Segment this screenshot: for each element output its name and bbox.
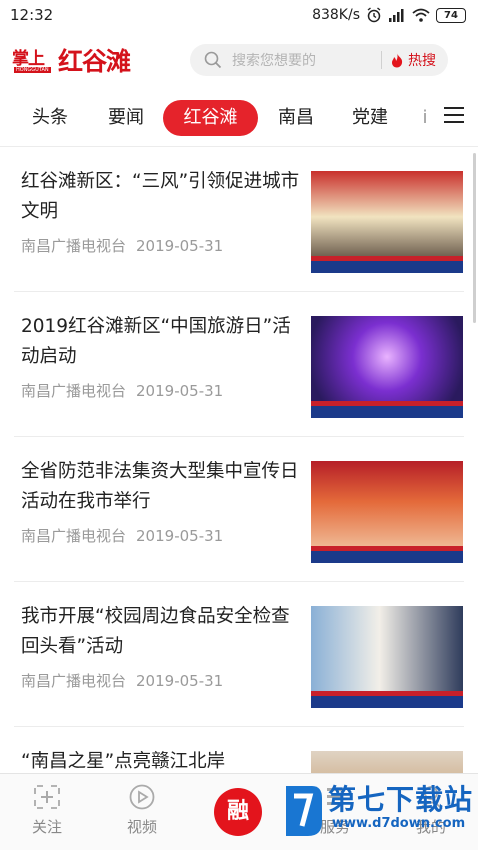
news-date: 2019-05-31 [136,527,224,545]
news-thumbnail[interactable] [311,606,463,708]
status-right: 838K/s 74 [312,7,466,23]
nav-video[interactable]: 视频 [107,784,177,837]
news-source: 南昌广播电视台 [21,672,127,690]
list-item[interactable]: 我市开展“校园周边食品安全检查回头看”活动 南昌广播电视台 2019-05-31 [0,582,478,727]
search-icon [204,51,222,69]
thumb-ticker-band [311,551,463,563]
app-header: 掌上 HONGGUTAN 红谷滩 搜索您想要的 热搜 [0,38,478,84]
app-logo[interactable]: 掌上 HONGGUTAN 红谷滩 [12,40,152,82]
news-title[interactable]: “南昌之星”点亮赣江北岸 [21,747,301,773]
news-date: 2019-05-31 [136,382,224,400]
search-bar[interactable]: 搜索您想要的 热搜 [190,44,448,76]
watermark-text: 第七下载站 [328,783,474,816]
news-title[interactable]: 2019红谷滩新区“中国旅游日”活动启动 [21,312,301,372]
news-thumbnail[interactable] [311,316,463,418]
channel-tabs: 头条 要闻 红谷滩 南昌 党建 i [0,94,478,142]
news-date: 2019-05-31 [136,237,224,255]
tab-nanchang[interactable]: 南昌 [268,100,324,136]
watermark-logo-icon [286,786,322,836]
watermark-url: www.d7down.com [332,816,466,831]
news-thumbnail[interactable] [311,461,463,563]
center-rong-button[interactable]: 融 [214,788,262,836]
hot-search-label: 热搜 [408,53,436,69]
list-item[interactable]: 红谷滩新区：“三风”引领促进城市文明 南昌广播电视台 2019-05-31 [0,147,478,292]
bottom-nav: 关注 视频 融 服务 我的 第七下载站 www.d7down.com [0,773,478,850]
thumb-ticker-band [311,261,463,273]
alarm-icon [367,7,381,23]
battery-icon: 74 [436,7,466,23]
list-item[interactable]: “南昌之星”点亮赣江北岸 [0,727,478,773]
nav-follow-label: 关注 [31,818,62,836]
list-item[interactable]: 全省防范非法集资大型集中宣传日活动在我市举行 南昌广播电视台 2019-05-31 [0,437,478,582]
follow-icon [34,785,60,809]
news-thumbnail[interactable] [311,751,463,773]
watermark: 第七下载站 www.d7down.com [282,776,478,846]
news-title[interactable]: 全省防范非法集资大型集中宣传日活动在我市举行 [21,457,301,517]
flame-icon [392,53,403,68]
news-list[interactable]: 红谷滩新区：“三风”引领促进城市文明 南昌广播电视台 2019-05-31 201… [0,147,478,773]
status-time: 12:32 [10,6,54,24]
logo-main-text: 红谷滩 [58,47,131,76]
tab-dangjian[interactable]: 党建 [342,100,398,136]
channel-menu-icon[interactable] [444,106,464,124]
search-placeholder: 搜索您想要的 [232,53,316,69]
news-meta: 南昌广播电视台 2019-05-31 [21,525,223,546]
news-source: 南昌广播电视台 [21,237,127,255]
status-bar: 12:32 838K/s 74 [0,0,478,30]
hot-search-button[interactable]: 热搜 [382,50,448,70]
tab-yaowen[interactable]: 要闻 [98,100,154,136]
tab-honggutan[interactable]: 红谷滩 [163,100,258,136]
news-title[interactable]: 红谷滩新区：“三风”引领促进城市文明 [21,167,301,227]
tab-toutiao[interactable]: 头条 [22,100,78,136]
nav-follow[interactable]: 关注 [12,784,82,837]
news-thumbnail[interactable] [311,171,463,273]
thumb-ticker-band [311,696,463,708]
news-date: 2019-05-31 [136,672,224,690]
signal-icon [389,9,404,22]
news-source: 南昌广播电视台 [21,382,127,400]
video-play-icon [129,784,155,810]
news-source: 南昌广播电视台 [21,527,127,545]
news-meta: 南昌广播电视台 2019-05-31 [21,380,223,401]
nav-video-label: 视频 [126,818,157,836]
network-speed: 838K/s [312,7,360,23]
list-item[interactable]: 2019红谷滩新区“中国旅游日”活动启动 南昌广播电视台 2019-05-31 [0,292,478,437]
logo-small-text: 掌上 [12,49,45,69]
tab-partial[interactable]: i [420,100,430,136]
logo-pinyin: HONGGUTAN [14,67,51,73]
thumb-ticker-band [311,406,463,418]
news-meta: 南昌广播电视台 2019-05-31 [21,670,223,691]
news-title[interactable]: 我市开展“校园周边食品安全检查回头看”活动 [21,602,301,662]
news-meta: 南昌广播电视台 2019-05-31 [21,235,223,256]
wifi-icon [412,8,430,22]
